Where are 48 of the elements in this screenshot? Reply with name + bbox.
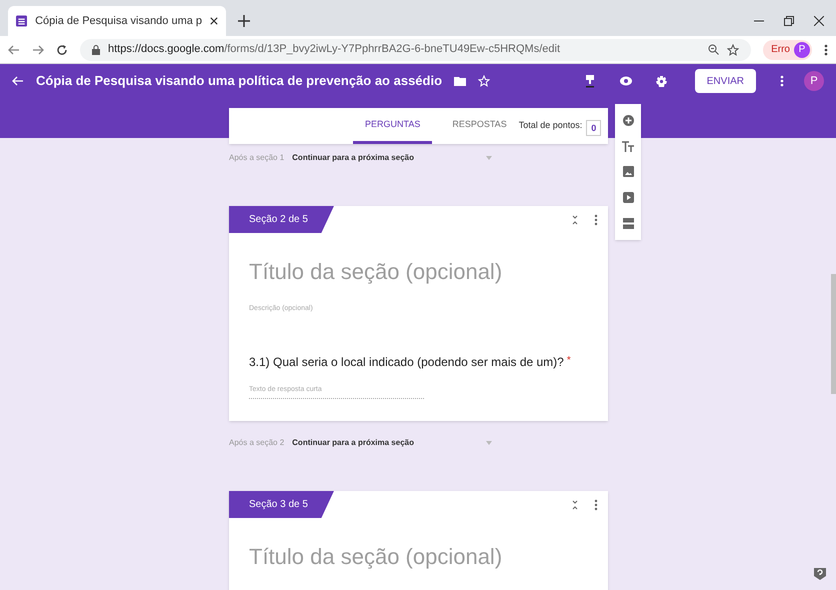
avatar: P [794, 42, 810, 58]
section-icon[interactable] [622, 218, 634, 229]
help-icon[interactable] [814, 568, 826, 582]
after-section-label: Após a seção 2 [229, 437, 284, 449]
reload-icon[interactable] [56, 44, 68, 56]
browser-tab[interactable]: Cópia de Pesquisa visando uma p [8, 6, 226, 36]
close-window-icon[interactable] [814, 16, 824, 26]
more-icon[interactable] [824, 44, 828, 56]
after-section-label: Após a seção 1 [229, 152, 284, 164]
more-icon[interactable] [780, 75, 784, 87]
dropdown-arrow-icon [486, 156, 492, 160]
text-size-icon[interactable] [622, 140, 634, 152]
add-icon[interactable] [622, 115, 634, 126]
new-tab-icon[interactable] [238, 15, 250, 27]
star-icon[interactable] [727, 44, 740, 56]
image-icon[interactable] [622, 166, 634, 178]
section-tag: Seção 3 de 5 [229, 491, 334, 518]
lock-icon [92, 44, 100, 54]
eye-icon[interactable] [620, 76, 632, 86]
close-icon[interactable] [210, 16, 218, 26]
total-points-label: Total de pontos: [518, 118, 582, 132]
tab[interactable]: RESPOSTAS [440, 114, 519, 144]
restore-icon[interactable] [784, 16, 794, 26]
more-icon[interactable] [594, 214, 598, 226]
form-title: Cópia de Pesquisa visando uma política de prevenção ao assédio [36, 72, 442, 90]
zoom-icon[interactable] [708, 44, 720, 55]
tab[interactable]: PERGUNTAS [353, 114, 432, 144]
required-mark: * [566, 354, 571, 368]
next-section-dropdown[interactable]: Continuar para a próxima seção [292, 152, 492, 164]
dropdown-arrow-icon [486, 441, 492, 445]
collapse-icon[interactable] [572, 215, 578, 225]
settings-icon[interactable] [656, 76, 667, 86]
address-bar[interactable]: https://docs.google.com/forms/d/13P_bvy2iwLy-Y7PphrrBA2G-6-bneTU49Ew-c5HRQMs/edit [80, 38, 752, 60]
back-arrow-icon[interactable] [8, 44, 20, 56]
more-icon[interactable] [594, 499, 598, 511]
tab-title: Cópia de Pesquisa visando uma p [35, 14, 202, 29]
video-icon[interactable] [622, 192, 634, 204]
forms-icon [16, 14, 28, 28]
section-tag: Seção 2 de 5 [229, 206, 334, 233]
total-points-field[interactable]: 0 [586, 120, 602, 136]
folder-icon[interactable] [454, 76, 466, 86]
send-button[interactable]: ENVIAR [694, 69, 756, 93]
question-text: 3.1) Qual seria o local indicado (podendo ser mais de um)? [249, 354, 564, 370]
profile-chip[interactable]: Erro P [763, 40, 812, 60]
collapse-icon[interactable] [572, 500, 578, 510]
next-section-dropdown[interactable]: Continuar para a próxima seção [292, 437, 492, 449]
forward-arrow-icon[interactable] [32, 44, 44, 56]
url-text: https://docs.google.com/forms/d/13P_bvy2iwLy-Y7PphrrBA2G-6-bneTU49Ew-c5HRQMs/edit [108, 42, 560, 58]
